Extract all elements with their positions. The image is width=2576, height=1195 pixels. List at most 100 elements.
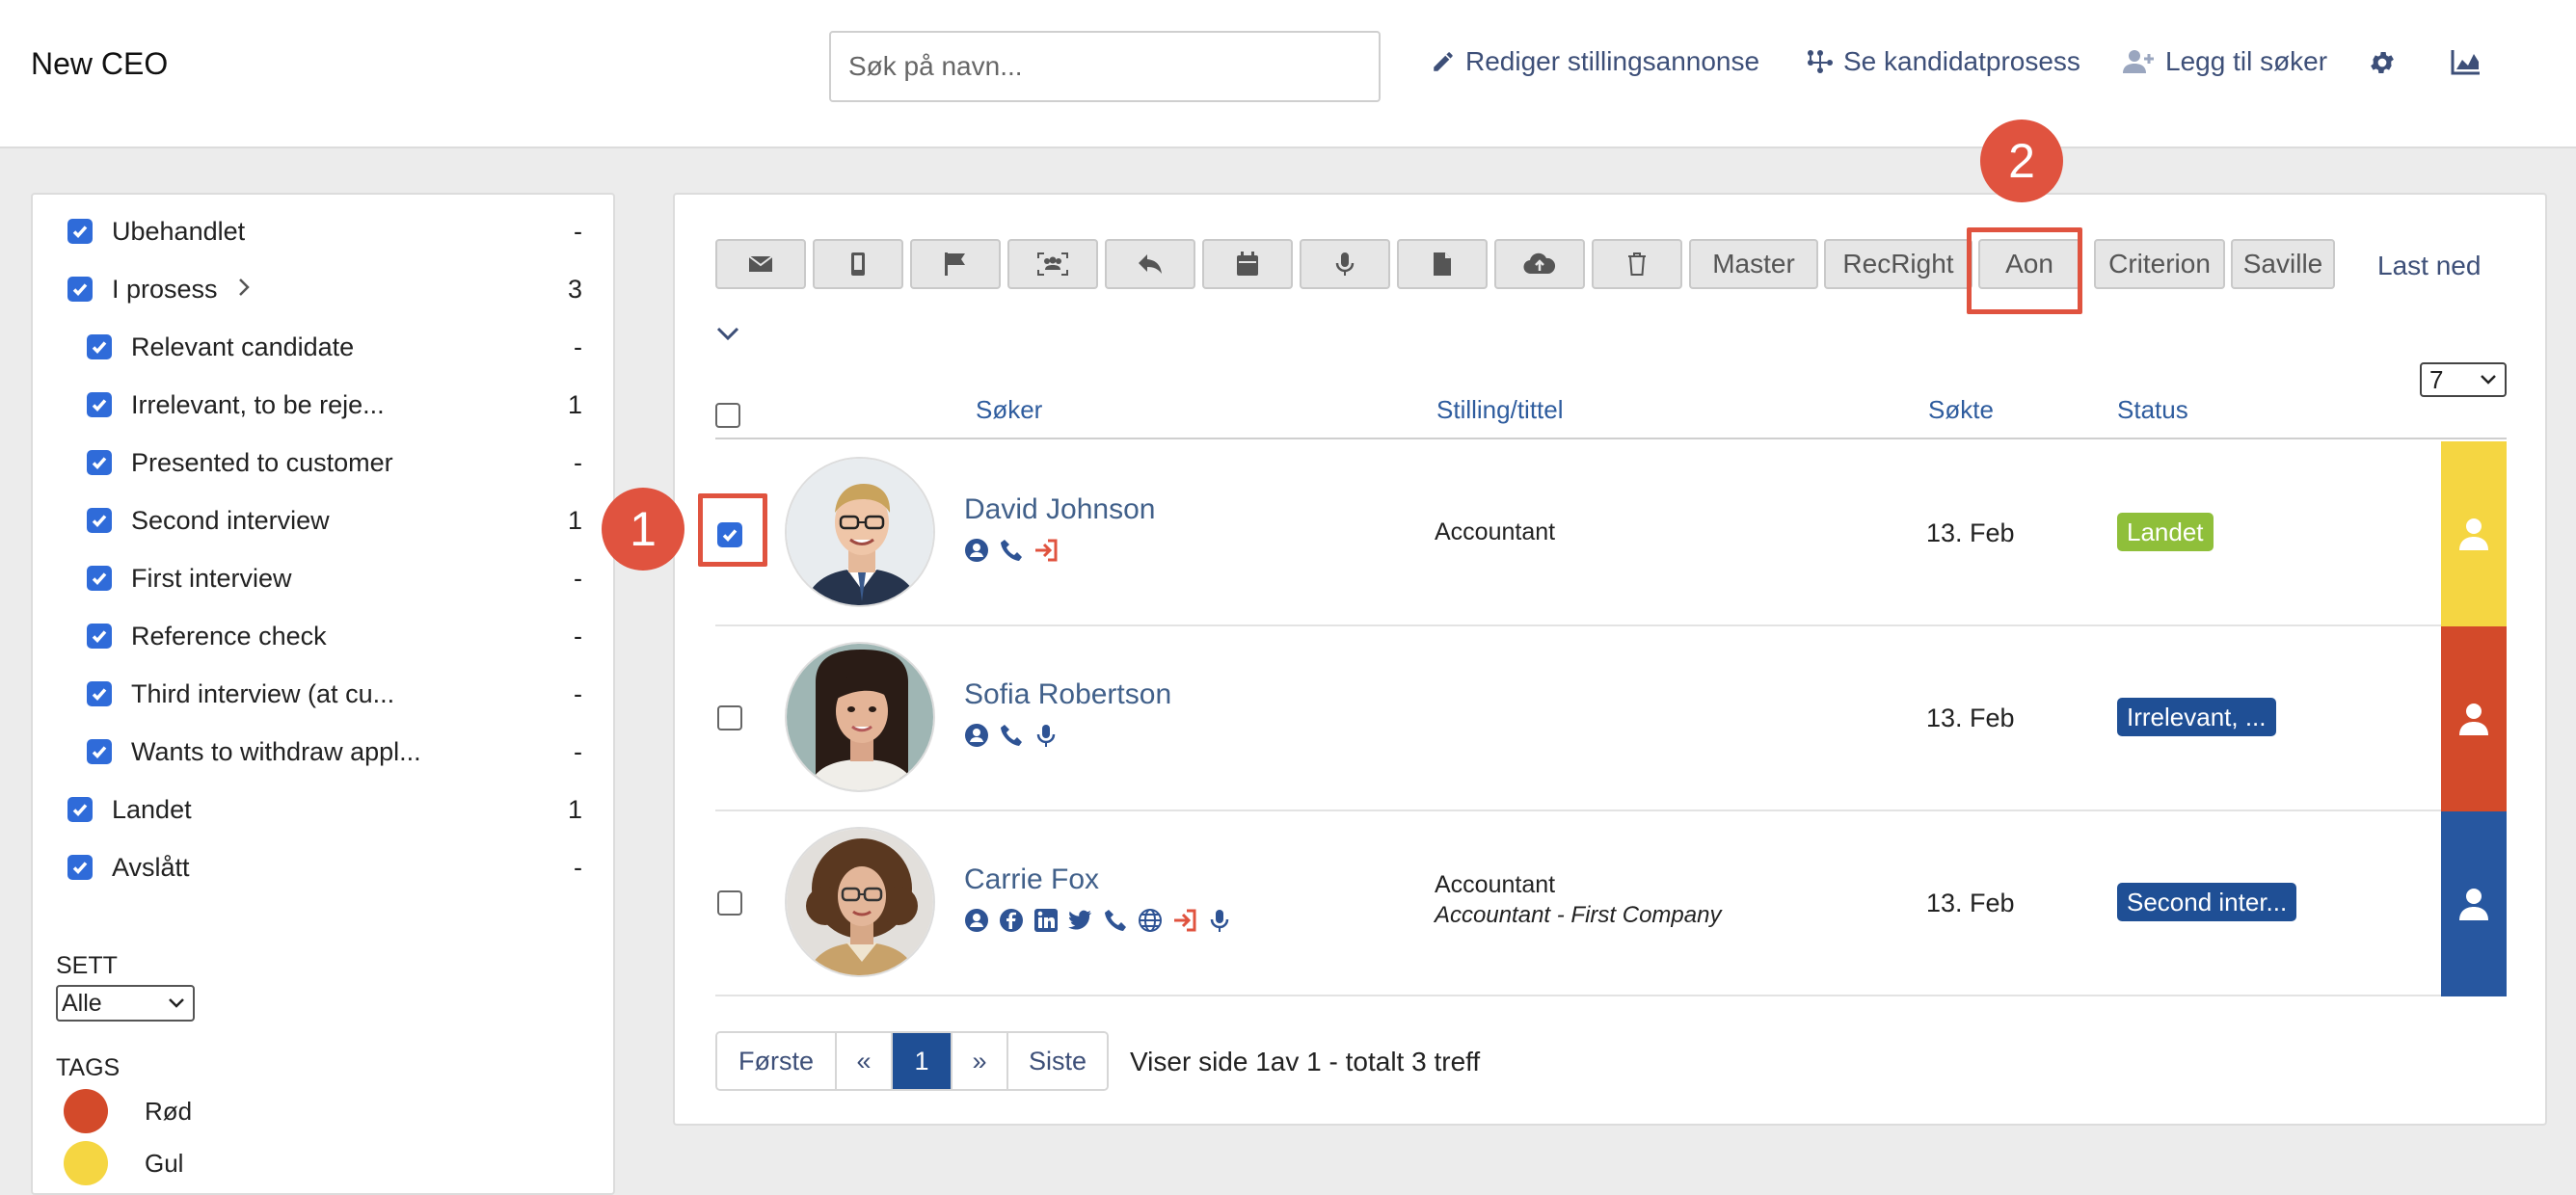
toolbar-button-recright[interactable]: RecRight: [1824, 239, 1972, 289]
toolbar-button-saville[interactable]: Saville: [2231, 239, 2335, 289]
status-badge[interactable]: Landet: [2117, 513, 2214, 551]
filter-checkbox[interactable]: [87, 392, 112, 417]
filter-row[interactable]: Presented to customer -: [33, 434, 617, 491]
filter-label: Ubehandlet: [112, 216, 246, 246]
avatar[interactable]: [785, 457, 935, 607]
email-button[interactable]: [715, 239, 806, 289]
filter-row[interactable]: First interview -: [33, 549, 617, 607]
sett-select[interactable]: Alle: [56, 985, 195, 1022]
group-scan-button[interactable]: [1007, 239, 1098, 289]
candidate-name[interactable]: David Johnson: [964, 493, 1155, 526]
edit-job-ad-link[interactable]: Rediger stillingsannonse: [1431, 46, 1759, 77]
filter-row[interactable]: Ubehandlet -: [33, 202, 617, 260]
status-badge[interactable]: Second inter...: [2117, 883, 2297, 921]
download-link[interactable]: Last ned: [2377, 251, 2481, 281]
sign-in-icon[interactable]: [1033, 538, 1059, 563]
phone-icon[interactable]: [999, 723, 1024, 748]
filter-row[interactable]: Avslått -: [33, 838, 617, 896]
filter-checkbox[interactable]: [87, 739, 112, 764]
facebook-icon[interactable]: [999, 908, 1024, 933]
chevron-right-icon[interactable]: [237, 275, 251, 305]
filter-checkbox[interactable]: [87, 450, 112, 475]
pager-prev[interactable]: «: [837, 1033, 893, 1089]
table-row[interactable]: Sofia Robertson 13. Feb Irrelevant, ...: [715, 626, 2507, 811]
applied-date: 13. Feb: [1926, 889, 2015, 917]
filter-checkbox[interactable]: [87, 624, 112, 649]
filter-checkbox[interactable]: [87, 681, 112, 706]
filter-row[interactable]: Reference check -: [33, 607, 617, 665]
filter-row[interactable]: Relevant candidate -: [33, 318, 617, 376]
settings-gear-icon[interactable]: [2368, 48, 2397, 84]
row-checkbox[interactable]: [717, 520, 742, 550]
sign-in-icon[interactable]: [1172, 908, 1197, 933]
toolbar-button-aon[interactable]: Aon: [1978, 239, 2080, 289]
checkbox-unchecked[interactable]: [717, 705, 742, 730]
twitter-icon[interactable]: [1068, 908, 1093, 933]
flag-button[interactable]: [910, 239, 1001, 289]
linkedin-icon[interactable]: [1033, 908, 1059, 933]
column-header-applied[interactable]: Søkte: [1928, 395, 1994, 425]
checkbox-unchecked[interactable]: [717, 890, 742, 916]
upload-button[interactable]: [1494, 239, 1585, 289]
phone-icon[interactable]: [999, 538, 1024, 563]
filter-row[interactable]: I prosess 3: [33, 260, 617, 318]
column-header-position[interactable]: Stilling/tittel: [1436, 395, 1564, 425]
column-header-applicant[interactable]: Søker: [976, 395, 1042, 425]
candidate-name[interactable]: Sofia Robertson: [964, 678, 1171, 711]
filter-checkbox[interactable]: [67, 219, 93, 244]
add-applicant-link[interactable]: Legg til søker: [2123, 46, 2327, 77]
filter-checkbox[interactable]: [87, 334, 112, 359]
table-row[interactable]: David Johnson Accountant 13. Feb Landet: [715, 441, 2507, 626]
candidate-color-tag[interactable]: [2441, 811, 2507, 996]
candidate-name[interactable]: Carrie Fox: [964, 863, 1099, 896]
toolbar-button-master[interactable]: Master: [1689, 239, 1818, 289]
delete-button[interactable]: [1592, 239, 1682, 289]
reply-button[interactable]: [1105, 239, 1195, 289]
pager-last[interactable]: Siste: [1008, 1033, 1107, 1089]
avatar[interactable]: [785, 642, 935, 792]
microphone-icon[interactable]: [1033, 723, 1059, 748]
search-input[interactable]: [829, 31, 1381, 102]
pager-current-page[interactable]: 1: [893, 1033, 953, 1089]
filter-row[interactable]: Irrelevant, to be reje... 1: [33, 376, 617, 434]
filter-row[interactable]: Landet 1: [33, 781, 617, 838]
table-row[interactable]: Carrie Fox Accountant Accountant - First C…: [715, 811, 2507, 996]
row-checkbox[interactable]: [717, 890, 742, 922]
user-profile-icon[interactable]: [964, 538, 989, 563]
per-page-select[interactable]: 7: [2420, 362, 2507, 397]
filter-row[interactable]: Second interview 1: [33, 491, 617, 549]
pager-first[interactable]: Første: [717, 1033, 837, 1089]
status-badge[interactable]: Irrelevant, ...: [2117, 698, 2276, 736]
document-button[interactable]: [1397, 239, 1488, 289]
checkbox-checked[interactable]: [717, 522, 742, 547]
user-profile-icon[interactable]: [964, 908, 989, 933]
microphone-button[interactable]: [1300, 239, 1390, 289]
candidate-process-link[interactable]: Se kandidatprosess: [1807, 46, 2080, 77]
area-chart-icon[interactable]: [2451, 48, 2482, 82]
row-checkbox[interactable]: [717, 705, 742, 737]
sms-button[interactable]: [813, 239, 903, 289]
toolbar-button-criterion[interactable]: Criterion: [2094, 239, 2225, 289]
tag-row[interactable]: Rød: [64, 1089, 192, 1133]
filter-checkbox[interactable]: [67, 277, 93, 302]
candidate-color-tag[interactable]: [2441, 441, 2507, 626]
chevron-down-icon[interactable]: [715, 318, 740, 348]
filter-row[interactable]: Wants to withdraw appl... -: [33, 723, 617, 781]
phone-icon[interactable]: [1103, 908, 1128, 933]
filter-checkbox[interactable]: [67, 797, 93, 822]
microphone-icon[interactable]: [1207, 908, 1232, 933]
calendar-button[interactable]: [1202, 239, 1293, 289]
select-all-checkbox[interactable]: [715, 403, 740, 435]
pager-next[interactable]: »: [953, 1033, 1008, 1089]
filter-checkbox[interactable]: [67, 855, 93, 880]
filter-checkbox[interactable]: [87, 566, 112, 591]
avatar[interactable]: [785, 827, 935, 977]
column-header-status[interactable]: Status: [2117, 395, 2188, 425]
pager-info-count: 3: [1411, 1047, 1427, 1076]
filter-checkbox[interactable]: [87, 508, 112, 533]
candidate-color-tag[interactable]: [2441, 626, 2507, 811]
filter-row[interactable]: Third interview (at cu... -: [33, 665, 617, 723]
globe-icon[interactable]: [1138, 908, 1163, 933]
tag-row[interactable]: Gul: [64, 1141, 183, 1185]
user-profile-icon[interactable]: [964, 723, 989, 748]
